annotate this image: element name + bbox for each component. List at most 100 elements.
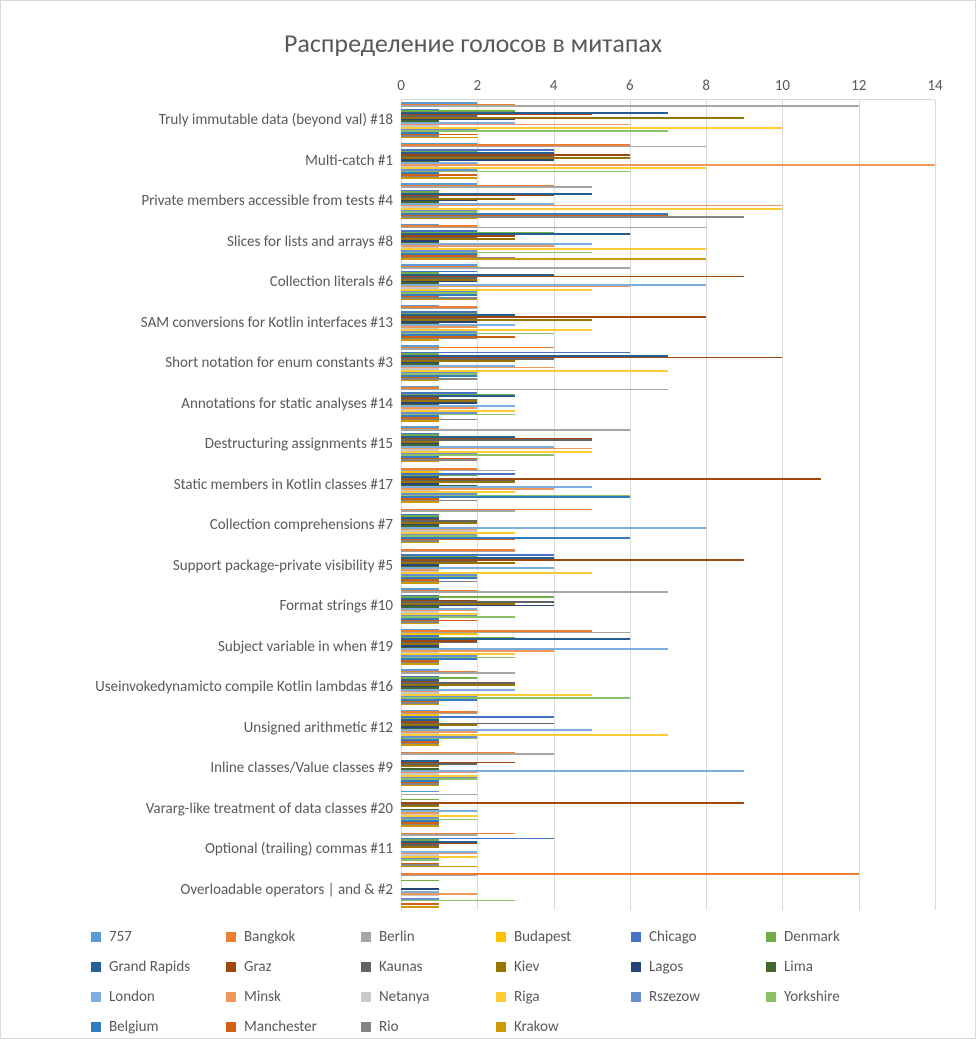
- legend-label: Kiev: [514, 958, 539, 976]
- category-label: Short notation for enum constants #3: [13, 354, 401, 372]
- legend-swatch: [631, 962, 641, 972]
- legend-item: Chicago: [631, 928, 766, 946]
- category-label: Static members in Kotlin classes #17: [13, 476, 401, 494]
- legend-label: 757: [109, 928, 132, 946]
- bar: [401, 551, 515, 553]
- category-group: SAM conversions for Kotlin interfaces #1…: [401, 303, 935, 344]
- bar: [401, 542, 439, 544]
- category-group: Inline classes/Value classes #9: [401, 748, 935, 789]
- category-label: Vararg-like treatment of data classes #2…: [13, 800, 401, 818]
- bar: [401, 137, 477, 139]
- bar: [401, 663, 439, 665]
- legend-label: Bangkok: [244, 928, 295, 946]
- category-label: Multi-catch #1: [13, 152, 401, 170]
- legend-swatch: [766, 962, 776, 972]
- legend-label: London: [109, 988, 155, 1006]
- category-label: Useinvokedynamicto compile Kotlin lambda…: [13, 678, 401, 696]
- bar: [401, 903, 439, 905]
- bar: [401, 420, 439, 422]
- axis-area: 02468101214 Truly immutable data (beyond…: [11, 77, 935, 910]
- bar: [401, 859, 439, 861]
- category-label: Optional (trailing) commas #11: [13, 840, 401, 858]
- bar: [401, 825, 439, 827]
- category-group: Collection literals #6: [401, 262, 935, 303]
- bar: [401, 348, 439, 350]
- category-group: Short notation for enum constants #3: [401, 343, 935, 384]
- category-group: Destructuring assignments #15: [401, 424, 935, 465]
- legend-swatch: [91, 962, 101, 972]
- category-group: Vararg-like treatment of data classes #2…: [401, 789, 935, 830]
- legend-item: Denmark: [766, 928, 901, 946]
- bar: [401, 805, 439, 807]
- category-group: Private members accessible from tests #4: [401, 181, 935, 222]
- chart-title: Распределение голосов в митапах: [11, 27, 935, 59]
- bar: [401, 906, 439, 908]
- legend-label: Netanya: [379, 988, 429, 1006]
- bar: [401, 267, 630, 269]
- x-tick-label: 0: [397, 77, 405, 95]
- legend-swatch: [226, 992, 236, 1002]
- bar: [401, 227, 706, 229]
- legend-swatch: [91, 992, 101, 1002]
- legend-item: Kiev: [496, 958, 631, 976]
- bar: [401, 461, 439, 463]
- legend-swatch: [766, 992, 776, 1002]
- legend-item: Budapest: [496, 928, 631, 946]
- legend-swatch: [361, 992, 371, 1002]
- bar: [401, 623, 439, 625]
- legend-swatch: [496, 962, 506, 972]
- legend-swatch: [226, 932, 236, 942]
- legend-label: Graz: [244, 958, 272, 976]
- category-group: Subject variable in when #19: [401, 627, 935, 668]
- bar: [401, 791, 439, 793]
- legend-label: Rio: [379, 1018, 399, 1036]
- bar: [401, 218, 477, 220]
- category-label: Overloadable operators | and & #2: [13, 881, 401, 899]
- plot-column: 02468101214 Truly immutable data (beyond…: [401, 77, 935, 910]
- legend-label: Grand Rapids: [109, 958, 190, 976]
- category-group: Useinvokedynamicto compile Kotlin lambda…: [401, 667, 935, 708]
- category-group: Format strings #10: [401, 586, 935, 627]
- category-label: Slices for lists and arrays #8: [13, 233, 401, 251]
- category-group: Truly immutable data (beyond val) #18: [401, 100, 935, 141]
- legend-label: Riga: [514, 988, 540, 1006]
- x-tick-label: 8: [702, 77, 710, 95]
- legend-item: 757: [91, 928, 226, 946]
- legend-label: Belgium: [109, 1018, 158, 1036]
- bar: [401, 205, 782, 207]
- chart-frame: Распределение голосов в митапах 02468101…: [0, 0, 976, 1039]
- legend-swatch: [496, 992, 506, 1002]
- category-label: Collection literals #6: [13, 273, 401, 291]
- bar: [401, 186, 592, 188]
- legend-item: Manchester: [226, 1018, 361, 1036]
- legend-swatch: [496, 932, 506, 942]
- category-group: Multi-catch #1: [401, 141, 935, 182]
- category-label: Destructuring assignments #15: [13, 435, 401, 453]
- bar: [401, 866, 477, 868]
- legend-label: Chicago: [649, 928, 697, 946]
- legend-item: Lagos: [631, 958, 766, 976]
- bar: [401, 299, 477, 301]
- legend-label: Rszezow: [649, 988, 700, 1006]
- bar: [401, 591, 668, 593]
- bar: [401, 785, 439, 787]
- legend-label: Lagos: [649, 958, 683, 976]
- category-label: SAM conversions for Kotlin interfaces #1…: [13, 314, 401, 332]
- legend-label: Minsk: [244, 988, 281, 1006]
- category-label: Unsigned arithmetic #12: [13, 719, 401, 737]
- category-group: Collection comprehensions #7: [401, 505, 935, 546]
- legend: 757BangkokBerlinBudapestChicagoDenmarkGr…: [91, 922, 905, 1042]
- x-tick-label: 14: [927, 77, 942, 95]
- x-tick-label: 12: [851, 77, 866, 95]
- legend-item: Rio: [361, 1018, 496, 1036]
- category-label: Subject variable in when #19: [13, 638, 401, 656]
- legend-item: Yorkshire: [766, 988, 901, 1006]
- bar: [401, 308, 477, 310]
- legend-label: Lima: [784, 958, 813, 976]
- category-group: Overloadable operators | and & #2: [401, 870, 935, 911]
- legend-label: Budapest: [514, 928, 571, 946]
- legend-item: Lima: [766, 958, 901, 976]
- x-tick-label: 2: [473, 77, 481, 95]
- category-label: Support package-private visibility #5: [13, 557, 401, 575]
- category-group: Slices for lists and arrays #8: [401, 222, 935, 263]
